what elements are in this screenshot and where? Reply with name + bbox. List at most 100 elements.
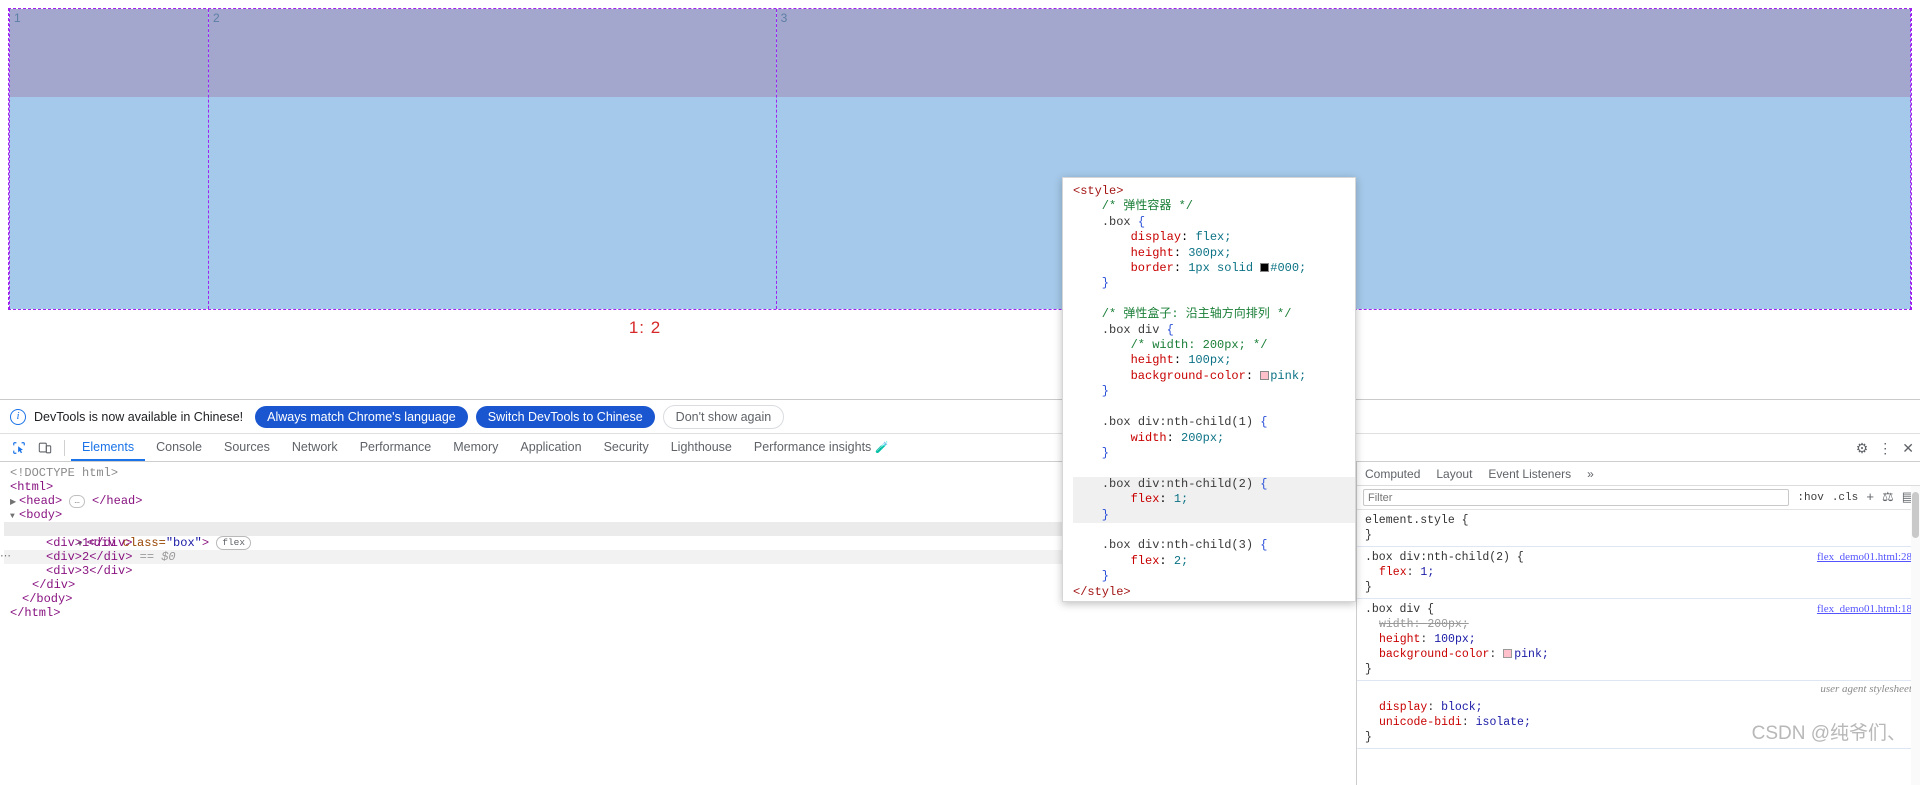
code-line-26: } [1073, 569, 1355, 584]
devtools-main-split: <!DOCTYPE html> <html> ▶<head> … </head>… [0, 462, 1920, 785]
dom-html-open-text: <html> [10, 480, 53, 494]
code-line-24: .box div:nth-child(3) { [1073, 538, 1355, 553]
pink-color-swatch[interactable] [1503, 649, 1512, 658]
dom-box-close-text: </div> [32, 578, 75, 592]
tab-memory[interactable]: Memory [442, 434, 509, 461]
ua-value-unicode-bidi: isolate; [1476, 716, 1531, 729]
code-line-25: flex: 2; [1073, 554, 1355, 569]
devtools-language-banner: i DevTools is now available in Chinese! … [0, 400, 1920, 434]
styles-tab-computed[interactable]: Computed [1365, 467, 1420, 481]
close-icon[interactable]: ✕ [1902, 441, 1914, 455]
rule-box-div-prop-width[interactable]: width [1379, 618, 1414, 631]
rule-box-div-value-bgcolor[interactable]: pink; [1514, 648, 1549, 661]
tab-performance-insights[interactable]: Performance insights 🧪 [743, 434, 900, 461]
rule-box-div-selector: .box div { [1365, 603, 1434, 616]
rule-nth-child-2-close: } [1365, 581, 1372, 594]
tab-performance-insights-label: Performance insights [754, 440, 871, 454]
rule-box-div-close: } [1365, 663, 1372, 676]
tab-application[interactable]: Application [509, 434, 592, 461]
code-line-13: background-color: pink; [1073, 369, 1355, 384]
rule-element-style[interactable]: element.style { } [1357, 510, 1920, 547]
user-agent-stylesheet-label: user agent stylesheet [1357, 681, 1920, 697]
styles-tab-layout[interactable]: Layout [1436, 467, 1472, 481]
devtools-tabstrip: Elements Console Sources Network Perform… [0, 434, 1920, 462]
flex-container-box: 1 2 3 [8, 8, 1912, 310]
code-line-22: } [1073, 508, 1355, 523]
dom-child1-text: <div>1</div> [46, 536, 132, 550]
dom-body-open-text: <body> [19, 508, 62, 522]
flask-icon: 🧪 [875, 442, 889, 454]
tab-performance[interactable]: Performance [349, 434, 443, 461]
row-more-icon[interactable]: ⋯ [0, 550, 11, 564]
more-vertical-icon[interactable]: ⋮ [1878, 441, 1892, 455]
inspect-element-icon[interactable] [6, 436, 32, 460]
settings-gear-icon[interactable]: ⚙ [1856, 441, 1869, 455]
flex-item-3-band [777, 9, 1910, 97]
source-code-overlay[interactable]: <style> /* 弹性容器 */ .box { display: flex;… [1062, 177, 1356, 602]
flex-item-2-band [209, 9, 776, 97]
dom-child3-text: <div>3</div> [46, 564, 132, 578]
styles-tab-event-listeners[interactable]: Event Listeners [1488, 467, 1571, 481]
code-line-15 [1073, 400, 1355, 415]
code-line-10: .box div { [1073, 323, 1355, 338]
rule-box-div-prop-bgcolor[interactable]: background-color [1379, 648, 1489, 661]
code-line-19 [1073, 461, 1355, 476]
tabstrip-divider [64, 440, 65, 456]
device-toolbar-icon[interactable] [32, 436, 58, 460]
devtools-window-controls: ⚙ ⋮ ✕ [1856, 434, 1914, 462]
tab-security[interactable]: Security [593, 434, 660, 461]
flex-item-3-label: 3 [781, 11, 788, 25]
code-line-5: height: 300px; [1073, 246, 1355, 261]
rule-nth-child-2[interactable]: flex_demo01.html:28 .box div:nth-child(2… [1357, 547, 1920, 599]
code-line-23 [1073, 523, 1355, 538]
dom-head-close-text: </head> [92, 494, 142, 508]
rule-user-agent[interactable]: display: block; unicode-bidi: isolate; } [1357, 697, 1920, 749]
flex-item-2-label: 2 [213, 11, 220, 25]
styles-scrollbar-thumb[interactable] [1912, 492, 1919, 538]
rule-nth-child-2-selector: .box div:nth-child(2) { [1365, 551, 1524, 564]
new-style-rule-icon[interactable]: + [1866, 490, 1874, 505]
class-toggle-button[interactable]: .cls [1832, 492, 1858, 504]
code-line-7: } [1073, 276, 1355, 291]
head-ellipsis-button[interactable]: … [69, 495, 84, 508]
styles-sidebar: Computed Layout Event Listeners » :hov .… [1356, 462, 1920, 785]
always-match-chrome-language-button[interactable]: Always match Chrome's language [255, 406, 468, 428]
dom-child2-text: <div>2</div> [46, 550, 132, 564]
dom-line-html-close[interactable]: </html> [4, 606, 1356, 620]
dont-show-again-button[interactable]: Don't show again [663, 405, 785, 429]
flex-item-1[interactable]: 1 [9, 9, 209, 309]
rule-box-div-source[interactable]: flex_demo01.html:18 [1817, 602, 1912, 617]
rule-box-div-prop-height[interactable]: height [1379, 633, 1420, 646]
rule-nth-child-2-prop[interactable]: flex [1379, 566, 1407, 579]
styles-filter-input[interactable] [1363, 489, 1789, 506]
flex-item-2[interactable]: 2 [209, 9, 777, 309]
rule-nth-child-2-source[interactable]: flex_demo01.html:28 [1817, 550, 1912, 565]
code-line-20: .box div:nth-child(2) { [1073, 477, 1355, 492]
ua-rule-close: } [1365, 731, 1372, 744]
tab-lighthouse[interactable]: Lighthouse [660, 434, 743, 461]
styles-scrollbar[interactable] [1911, 486, 1920, 785]
rule-box-div-value-width[interactable]: 200px; [1427, 618, 1468, 631]
rule-box-div[interactable]: flex_demo01.html:18 .box div { width: 20… [1357, 599, 1920, 681]
hover-state-button[interactable]: :hov [1797, 492, 1823, 504]
rule-box-div-value-height[interactable]: 100px; [1434, 633, 1475, 646]
code-line-8 [1073, 292, 1355, 307]
code-line-14: } [1073, 384, 1355, 399]
styles-tab-overflow[interactable]: » [1587, 467, 1594, 481]
tab-network[interactable]: Network [281, 434, 349, 461]
dom-doctype-text: <!DOCTYPE html> [10, 466, 118, 480]
banner-message: DevTools is now available in Chinese! [34, 410, 243, 424]
dom-body-close-text: </body> [22, 592, 72, 606]
tab-elements[interactable]: Elements [71, 434, 145, 461]
tab-sources[interactable]: Sources [213, 434, 281, 461]
flex-item-1-label: 1 [14, 11, 21, 25]
ua-prop-unicode-bidi: unicode-bidi [1379, 716, 1462, 729]
code-line-2: /* 弹性容器 */ [1073, 199, 1355, 214]
switch-devtools-to-chinese-button[interactable]: Switch DevTools to Chinese [476, 406, 655, 428]
tab-console[interactable]: Console [145, 434, 213, 461]
rule-nth-child-2-value[interactable]: 1; [1420, 566, 1434, 579]
ua-prop-display: display [1379, 701, 1427, 714]
code-line-12: height: 100px; [1073, 353, 1355, 368]
paint-icon[interactable]: ⚖ [1882, 490, 1894, 505]
code-line-17: width: 200px; [1073, 431, 1355, 446]
